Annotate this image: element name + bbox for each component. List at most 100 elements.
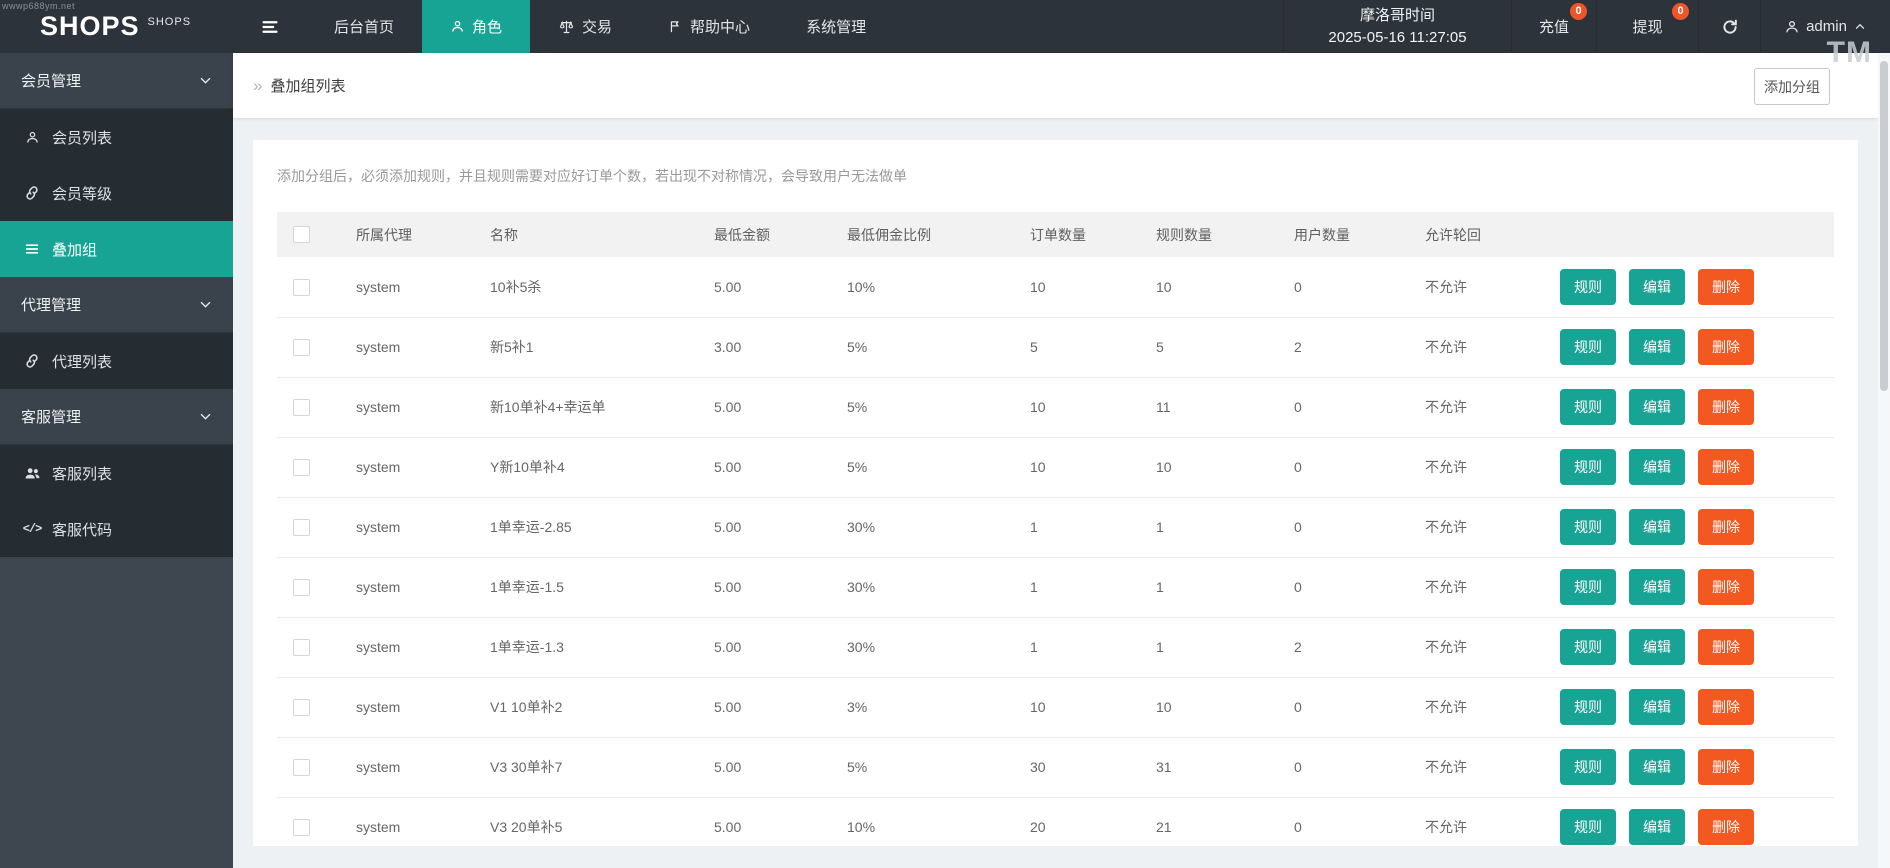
sidebar-item-service-list[interactable]: 客服列表 [0,445,233,501]
page-scrollbar[interactable] [1878,53,1890,868]
row-checkbox[interactable] [293,398,310,416]
table-row: system V1 10单补2 5.00 3% 10 10 0 不允许 规则 编辑 删除 [277,677,1834,737]
refresh-button[interactable] [1698,0,1760,53]
delete-button[interactable]: 删除 [1698,629,1754,665]
nav-tab-trade[interactable]: 交易 [530,0,640,53]
delete-button[interactable]: 删除 [1698,809,1754,845]
rule-button[interactable]: 规则 [1560,749,1616,785]
cell-min-amount: 5.00 [714,699,742,715]
link-icon [22,353,42,369]
select-all-checkbox[interactable] [293,226,310,244]
rule-button[interactable]: 规则 [1560,268,1616,305]
table-row: system V3 20单补5 5.00 10% 20 21 0 不允许 规则 编辑 删除 [277,797,1834,846]
rule-button[interactable]: 规则 [1560,449,1616,485]
delete-button[interactable]: 删除 [1698,689,1754,725]
cell-actions: 规则 编辑 删除 [1560,497,1834,557]
edit-button[interactable]: 编辑 [1629,569,1685,605]
cell-min-commission: 5% [847,339,868,355]
nav-tab-label: 系统管理 [806,19,867,36]
row-checkbox[interactable] [293,638,310,656]
cell-min-amount: 5.00 [714,819,742,835]
rule-button[interactable]: 规则 [1560,389,1616,425]
sidebar-section-agent-mgmt[interactable]: 代理管理 [0,277,233,333]
delete-button[interactable]: 删除 [1698,509,1754,545]
edit-button[interactable]: 编辑 [1629,809,1685,845]
edit-button[interactable]: 编辑 [1629,509,1685,545]
row-checkbox[interactable] [293,458,310,476]
rule-button[interactable]: 规则 [1560,629,1616,665]
cell-agent: system [356,278,401,295]
add-group-button[interactable]: 添加分组 [1754,68,1830,105]
edit-button[interactable]: 编辑 [1629,689,1685,725]
cell-actions: 规则 编辑 删除 [1560,377,1834,437]
chevron-up-icon [1853,20,1867,34]
sidebar-item-service-code[interactable]: </> 客服代码 [0,501,233,557]
nav-tab-home[interactable]: 后台首页 [306,0,422,53]
row-checkbox[interactable] [293,278,310,296]
rule-button[interactable]: 规则 [1560,809,1616,845]
rule-button[interactable]: 规则 [1560,569,1616,605]
row-checkbox[interactable] [293,758,310,776]
delete-button[interactable]: 删除 [1698,389,1754,425]
menu-toggle-icon[interactable] [233,0,306,53]
cell-name: 新5补1 [490,339,534,355]
edit-button[interactable]: 编辑 [1629,268,1685,305]
user-icon [450,19,465,34]
cell-loop: 不允许 [1425,399,1467,415]
sidebar-section-member-mgmt[interactable]: 会员管理 [0,53,233,109]
sidebar-item-agent-list[interactable]: 代理列表 [0,333,233,389]
withdraw-button[interactable]: 提现 0 [1596,0,1698,53]
delete-button[interactable]: 删除 [1698,329,1754,365]
nav-tab-system[interactable]: 系统管理 [778,0,894,53]
col-header-min-commission: 最低佣金比例 [847,226,931,243]
row-checkbox[interactable] [293,698,310,716]
cell-orders: 1 [1030,639,1038,655]
recharge-button[interactable]: 充值 0 [1511,0,1596,53]
cell-orders: 30 [1030,759,1046,775]
withdraw-label: 提现 [1632,19,1663,36]
row-checkbox[interactable] [293,338,310,356]
cell-agent: system [356,519,401,535]
sidebar-item-member-list[interactable]: 会员列表 [0,109,233,165]
group-list-card: 添加分组后，必须添加规则，并且规则需要对应好订单个数，若出现不对称情况，会导致用… [253,140,1858,846]
recharge-label: 充值 [1538,19,1569,36]
cell-min-commission: 30% [847,639,876,655]
row-checkbox[interactable] [293,578,310,596]
scrollbar-thumb[interactable] [1880,61,1888,391]
nav-tab-role[interactable]: 角色 [422,0,531,53]
delete-button[interactable]: 删除 [1698,268,1754,305]
edit-button[interactable]: 编辑 [1629,749,1685,785]
rule-button[interactable]: 规则 [1560,509,1616,545]
cell-min-amount: 5.00 [714,579,742,595]
cell-min-commission: 30% [847,519,876,535]
cell-min-commission: 10% [847,278,876,295]
row-checkbox[interactable] [293,518,310,536]
cell-loop: 不允许 [1425,639,1467,655]
cell-name: V1 10单补2 [490,699,563,715]
cell-agent: system [356,819,401,835]
edit-button[interactable]: 编辑 [1629,449,1685,485]
col-header-loop: 允许轮回 [1425,226,1481,243]
cell-min-commission: 3% [847,699,868,715]
delete-button[interactable]: 删除 [1698,449,1754,485]
edit-button[interactable]: 编辑 [1629,389,1685,425]
nav-tab-label: 角色 [472,19,503,36]
sidebar-section-service-mgmt[interactable]: 客服管理 [0,389,233,445]
delete-button[interactable]: 删除 [1698,569,1754,605]
delete-button[interactable]: 删除 [1698,749,1754,785]
cell-name: 10补5杀 [490,278,542,295]
edit-button[interactable]: 编辑 [1629,629,1685,665]
sidebar-item-stack-group[interactable]: 叠加组 [0,221,233,277]
cell-min-commission: 10% [847,819,876,835]
rule-button[interactable]: 规则 [1560,329,1616,365]
sidebar-item-member-level[interactable]: 会员等级 [0,165,233,221]
col-header-orders: 订单数量 [1030,226,1086,243]
username: admin [1806,18,1847,35]
rule-button[interactable]: 规则 [1560,689,1616,725]
row-checkbox[interactable] [293,818,310,836]
users-icon [22,465,42,482]
cell-rules: 21 [1156,819,1172,835]
flag-icon [668,19,683,34]
nav-tab-help[interactable]: 帮助中心 [640,0,778,53]
edit-button[interactable]: 编辑 [1629,329,1685,365]
